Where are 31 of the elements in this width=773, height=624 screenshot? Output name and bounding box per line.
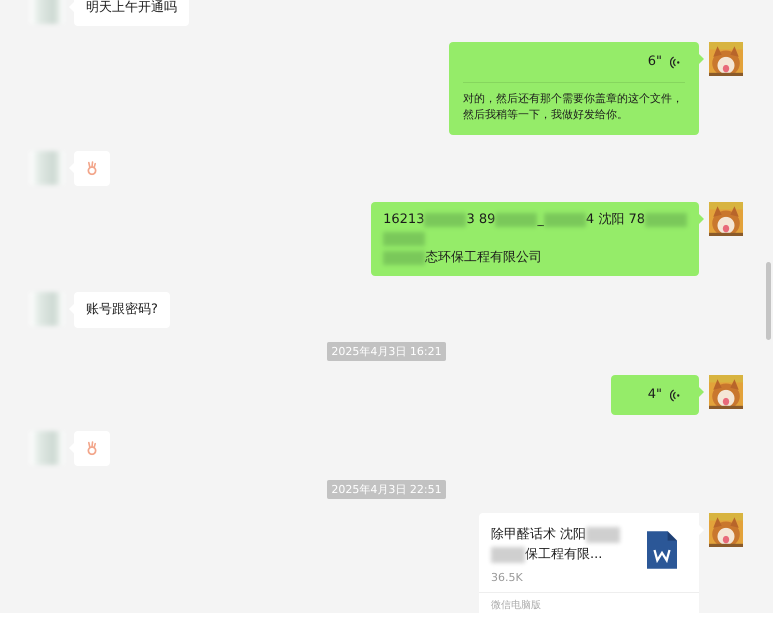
timestamp: 2025年4月3日 22:51 — [327, 480, 446, 499]
message-text: 账号跟密码? — [86, 301, 158, 319]
file-source: 微信电脑版 — [479, 592, 699, 613]
redacted-avatar[interactable] — [30, 292, 64, 326]
message-text: 态环保工程有限公司 — [425, 249, 542, 267]
message-text: 4 沈阳 78 — [586, 211, 645, 229]
redaction-blur — [383, 251, 426, 265]
message-text: _ — [537, 211, 544, 229]
timestamp: 2025年4月3日 16:21 — [327, 342, 446, 361]
redaction-blur — [383, 232, 426, 246]
redaction-blur — [495, 213, 538, 227]
voice-duration: 6" — [648, 53, 662, 71]
redacted-avatar[interactable] — [30, 0, 64, 24]
redaction-blur — [424, 213, 466, 227]
sound-wave-icon — [670, 388, 681, 402]
ok-hand-icon — [86, 441, 98, 456]
file-name: 除甲醛话术 沈阳 保工程有限... — [491, 525, 620, 565]
redacted-avatar[interactable] — [30, 431, 64, 465]
redaction-blur — [645, 213, 687, 227]
scrollbar-thumb[interactable] — [766, 262, 771, 340]
file-size: 36.5K — [491, 571, 524, 584]
voice-duration: 4" — [648, 386, 662, 404]
ok-hand-icon — [86, 161, 98, 176]
message-text: 明天上午开通吗 — [86, 0, 177, 17]
sound-wave-icon — [670, 56, 681, 68]
message-text: 3 89 — [466, 211, 496, 229]
redaction-blur — [544, 213, 586, 227]
redacted-avatar[interactable] — [30, 151, 64, 185]
message-text: 16213 — [383, 211, 424, 229]
word-document-icon — [647, 531, 677, 569]
voice-transcript: 对的，然后还有那个需要你盖章的这个文件，然后我稍等一下，我做好发给你。 — [463, 91, 684, 123]
